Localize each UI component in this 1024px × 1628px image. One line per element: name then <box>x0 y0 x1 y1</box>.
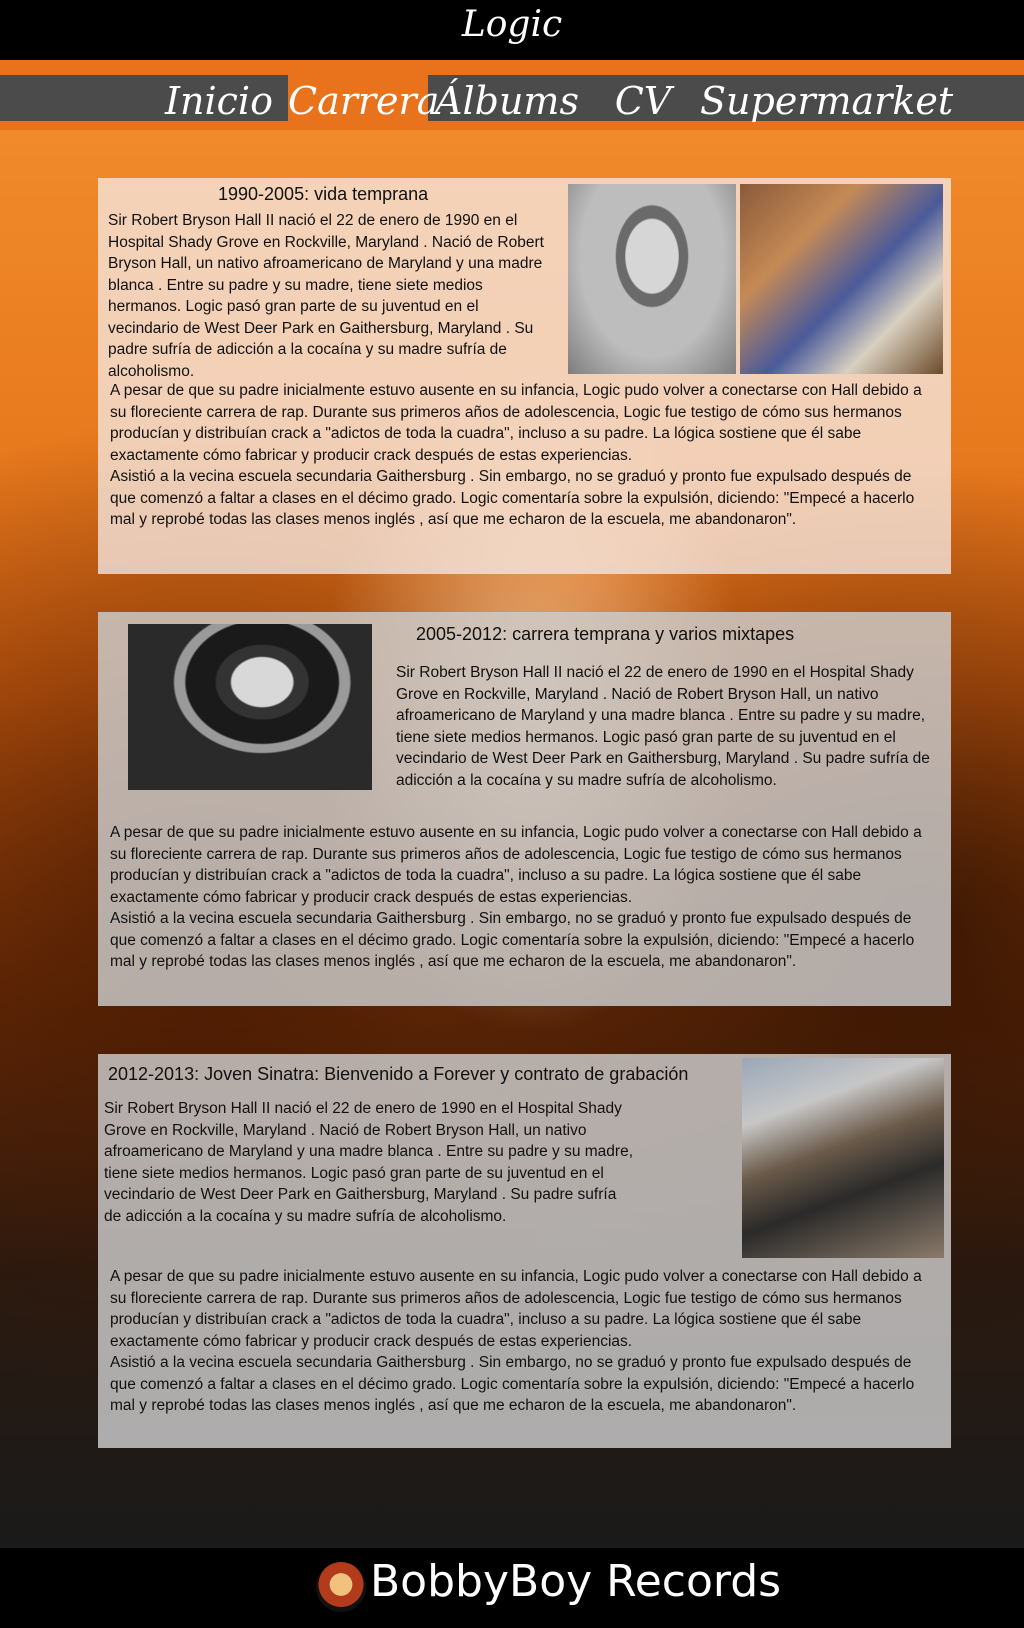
section-intro: Sir Robert Bryson Hall II nació el 22 de… <box>104 1100 633 1225</box>
career-section-2: 2005-2012: carrera temprana y varios mix… <box>98 612 951 1006</box>
nav-item-albums[interactable]: Álbums <box>432 70 582 132</box>
main-nav: Inicio Carrera Álbums CV Supermarket <box>0 60 1024 132</box>
childhood-portrait-photo <box>568 184 736 374</box>
section-title: 2005-2012: carrera temprana y varios mix… <box>416 624 795 644</box>
nav-item-cv[interactable]: CV <box>598 70 688 132</box>
section-intro: Sir Robert Bryson Hall II nació el 22 de… <box>396 664 930 789</box>
young-artist-photo <box>128 624 372 790</box>
footer-label[interactable]: BobbyBoy Records <box>370 1556 781 1607</box>
teen-bedroom-photo <box>740 184 943 374</box>
section-body: A pesar de que su padre inicialmente est… <box>110 824 922 970</box>
section-intro: Sir Robert Bryson Hall II nació el 22 de… <box>108 212 544 380</box>
bobbyboy-logo-icon <box>316 1562 366 1612</box>
section-body: A pesar de que su padre inicialmente est… <box>110 1268 922 1414</box>
nav-item-inicio[interactable]: Inicio <box>160 70 278 132</box>
section-title: 1990-2005: vida temprana <box>218 184 429 204</box>
site-title[interactable]: Logic <box>0 4 1024 45</box>
footer: BobbyBoy Records <box>0 1548 1024 1628</box>
nav-item-supermarket[interactable]: Supermarket <box>700 70 953 132</box>
top-bar: Logic <box>0 0 1024 60</box>
street-photo <box>742 1058 944 1258</box>
career-section-1: 1990-2005: vida temprana Sir Robert Brys… <box>98 178 951 574</box>
section-body: A pesar de que su padre inicialmente est… <box>110 382 922 528</box>
career-section-3: 2012-2013: Joven Sinatra: Bienvenido a F… <box>98 1054 951 1448</box>
nav-item-carrera[interactable]: Carrera <box>288 70 439 132</box>
section-title: 2012-2013: Joven Sinatra: Bienvenido a F… <box>108 1064 689 1084</box>
